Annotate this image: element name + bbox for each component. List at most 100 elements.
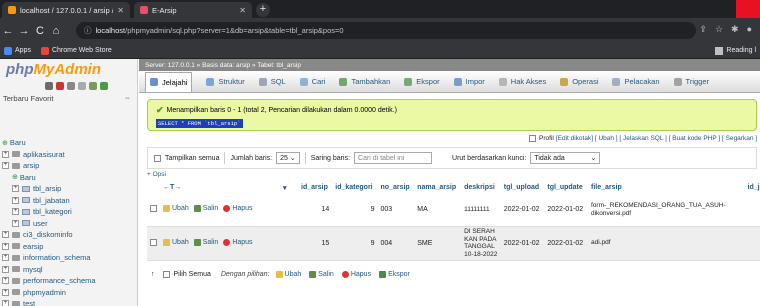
bulk-copy-button[interactable]: Salin [309,271,334,278]
check-all-checkbox[interactable] [162,271,170,278]
cell-no-arsip[interactable]: 004 [377,226,415,261]
expand-icon[interactable]: + [2,231,9,239]
forward-arrow-icon[interactable]: → [16,25,32,37]
expand-icon[interactable]: + [12,196,19,204]
sort-down-icon[interactable]: ▾ [280,181,298,194]
sql-query-box[interactable]: SELECT * FROM `tbl_arsip` [156,119,243,128]
column-header-tgl-update[interactable]: tgl_update [544,181,588,194]
cell-tgl-upload[interactable]: 2022-01-02 [500,194,545,227]
cell-nama-arsip[interactable]: SME [414,226,462,261]
expand-icon[interactable]: + [2,288,9,296]
bookmark-apps[interactable]: Apps [4,46,31,55]
cell-id-jabatan[interactable] [744,194,760,227]
profile-icon[interactable]: ● [747,24,752,35]
tree-item-aplikasisurat[interactable]: + aplikasisurat [2,149,136,161]
recent-favorite-tabs[interactable]: Terbaru Favorit [3,94,53,103]
row-delete-button[interactable]: Hapus [223,238,253,246]
cell-id-kategori[interactable]: 9 [332,194,378,227]
expand-icon[interactable]: + [2,242,9,250]
reload-icon[interactable]: C [32,25,48,37]
cell-deskripsi[interactable]: 11111111 [461,194,501,227]
expand-icon[interactable]: + [2,265,9,273]
column-header-file-arsip[interactable]: file_arsip [588,181,745,194]
column-header-id-arsip[interactable]: id_arsip [298,181,333,194]
column-header-no-arsip[interactable]: no_arsip [377,181,415,194]
tree-item-Baru[interactable]: ⊕ Baru [2,172,136,184]
expand-icon[interactable]: + [2,150,9,158]
expand-icon[interactable]: + [12,185,19,193]
tree-item-performance-schema[interactable]: + performance_schema [2,275,136,287]
tree-item-arsip[interactable]: + arsip [2,160,136,172]
row-checkbox[interactable] [150,205,157,213]
home-icon[interactable] [45,82,53,90]
expand-icon[interactable]: + [12,208,19,216]
tree-item-tbl-kategori[interactable]: + tbl_kategori [2,206,136,218]
query-action-links[interactable]: [Edit dikotak] [ Ubah ] [ Jelaskan SQL ]… [556,135,757,142]
expand-icon[interactable]: + [12,219,19,227]
address-bar[interactable]: ⓘ localhost/phpmyadmin/sql.php?server=1&… [76,22,696,39]
extensions-icon[interactable]: ✱ [731,24,739,35]
bulk-delete-button[interactable]: Hapus [341,271,371,278]
cell-file-arsip[interactable]: adi.pdf [588,226,745,261]
expand-icon[interactable]: + [2,300,9,306]
phpmyadmin-logo[interactable]: phpMyAdmin [6,61,101,78]
tab-trigger[interactable]: Trigger [673,77,709,86]
tab-impor[interactable]: Impor [453,77,485,86]
column-header-nama-arsip[interactable]: nama_arsip [414,181,462,194]
back-arrow-icon[interactable]: ← [0,25,16,37]
options-link[interactable]: + Opsi [147,171,166,178]
home-icon[interactable]: ⌂ [48,25,64,37]
expand-icon[interactable]: + [2,254,9,262]
browser-tab-earsip[interactable]: E-Arsip ✕ [134,2,252,18]
docs-icon[interactable] [67,82,75,90]
row-edit-button[interactable]: Ubah [163,205,189,213]
cell-id-kategori[interactable]: 9 [332,226,378,261]
filter-rows-input[interactable]: Cari di tabel ini [354,152,433,164]
window-close-button[interactable] [736,0,760,18]
cell-id-jabatan[interactable]: 1 [744,226,760,261]
cell-id-arsip[interactable]: 15 [298,226,333,261]
tree-item-user[interactable]: + user [2,218,136,230]
expand-icon[interactable]: + [2,162,9,170]
tab-jelajahi[interactable]: Jelajahi [145,71,193,92]
expand-icon[interactable]: + [2,277,9,285]
row-edit-button[interactable]: Ubah [163,238,189,246]
tab-operasi[interactable]: Operasi [560,77,598,86]
row-copy-button[interactable]: Salin [193,205,218,213]
tree-item-earsip[interactable]: + earsip [2,241,136,253]
bookmark-chrome-web-store[interactable]: Chrome Web Store [40,46,112,55]
bookmark-star-icon[interactable]: ☆ [715,24,723,35]
show-all-checkbox[interactable] [154,154,161,162]
share-icon[interactable]: ⇪ [699,24,707,35]
tab-ekspor[interactable]: Ekspor [404,77,440,86]
bulk-edit-button[interactable]: Ubah [275,271,301,278]
close-tab-icon[interactable]: ✕ [117,6,124,15]
tab-tambahkan[interactable]: Tambahkan [339,77,390,86]
cell-nama-arsip[interactable]: MA [414,194,462,227]
cell-tgl-update[interactable]: 2022-01-02 [544,226,588,261]
tree-item-test[interactable]: + test [2,298,136,306]
column-header-id-kategori[interactable]: id_kategori [332,181,378,194]
cell-no-arsip[interactable]: 003 [377,194,415,227]
bulk-export-button[interactable]: Ekspor [379,271,410,278]
column-arrows[interactable]: ←T→ [160,181,280,194]
cell-id-arsip[interactable]: 14 [298,194,333,227]
tree-item-information-schema[interactable]: + information_schema [2,252,136,264]
settings-icon[interactable] [89,82,97,90]
row-checkbox[interactable] [150,238,157,246]
column-header-tgl-upload[interactable]: tgl_upload [500,181,545,194]
tab-hak-akses[interactable]: Hak Akses [498,77,546,86]
tab-struktur[interactable]: Struktur [206,77,245,86]
browser-tab-phpmyadmin[interactable]: localhost / 127.0.0.1 / arsip / tbl... ✕ [2,2,130,18]
check-all-label[interactable]: Pilih Semua [174,271,211,278]
row-delete-button[interactable]: Hapus [223,205,253,213]
tree-item-Baru[interactable]: ⊕ Baru [2,137,136,149]
column-header-id-jabatan[interactable]: id_jabatan [744,181,760,194]
tree-item-mysql[interactable]: + mysql [2,264,136,276]
tree-item-tbl-jabatan[interactable]: + tbl_jabatan [2,195,136,207]
collapse-link-icon[interactable]: ⇔ [124,95,131,102]
cell-file-arsip[interactable]: form-_REKOMENDASI_ORANG_TUA_ASUH-dikonve… [588,194,745,227]
new-tab-button[interactable]: + [256,3,270,17]
profil-checkbox[interactable] [529,135,536,142]
column-header-deskripsi[interactable]: deskripsi [461,181,501,194]
